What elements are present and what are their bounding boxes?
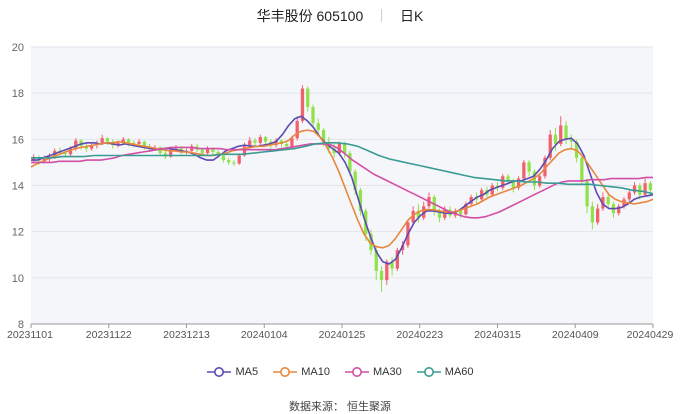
candle-body (227, 160, 231, 163)
x-axis: 20231101 20231122 20231213 20240104 20240125… (7, 323, 674, 341)
legend-label: MA60 (441, 366, 474, 378)
legend-marker-icon (416, 367, 441, 378)
candle-body (458, 210, 463, 215)
y-tick-label: 12 (12, 227, 24, 239)
candle-body (590, 206, 595, 223)
legend-item-ma10[interactable]: MA10 (272, 366, 330, 378)
legend-item-ma60[interactable]: MA60 (416, 366, 474, 378)
candle-body (105, 138, 110, 142)
candle-body (538, 176, 542, 186)
candle-body (553, 134, 558, 144)
legend-item-ma5[interactable]: MA5 (206, 366, 258, 378)
candle-body (564, 125, 568, 140)
x-tick-label: 20240125 (319, 329, 366, 341)
y-tick-label: 14 (12, 181, 24, 193)
candle-body (221, 155, 226, 161)
legend-label: MA5 (232, 366, 259, 378)
y-tick-label: 20 (12, 42, 24, 54)
candle-body (522, 162, 526, 179)
candle-body (316, 123, 320, 131)
candle-body (295, 120, 299, 139)
x-tick-label: 20240429 (627, 329, 674, 341)
y-tick-label: 10 (12, 273, 24, 285)
legend-item-ma30[interactable]: MA30 (344, 366, 402, 378)
candle-body (232, 162, 236, 164)
candle-body (200, 149, 204, 154)
x-tick-label: 20240104 (241, 329, 288, 341)
legend-marker-icon (273, 367, 298, 378)
candlestick-chart: 8101214161820 20231101 20231122 20231213 20… (7, 42, 674, 341)
candle-body (606, 197, 610, 204)
candle-body (643, 183, 647, 195)
data-source: 数据来源： 恒生聚源 (288, 401, 392, 413)
y-tick-label: 18 (12, 88, 24, 100)
candle-body (253, 140, 257, 143)
candle-body (100, 138, 104, 143)
legend: MA5 MA10 MA30 MA60 (0, 366, 680, 378)
candle-body (596, 208, 600, 223)
candle-body (74, 140, 78, 149)
legend-marker-circle (280, 367, 291, 378)
x-tick-label: 20240409 (552, 329, 599, 341)
x-tick-label: 20231101 (7, 329, 53, 341)
candle-body (385, 261, 389, 281)
candle-body (306, 88, 310, 108)
candle-body (285, 143, 289, 147)
x-tick-label: 20231122 (86, 329, 132, 341)
legend-marker-circle (214, 367, 225, 378)
candle-body (627, 192, 631, 200)
y-tick-label: 16 (12, 134, 24, 146)
candle-body (126, 139, 131, 143)
candle-body (263, 137, 268, 142)
candle-body (632, 185, 637, 193)
legend-marker-circle (351, 367, 362, 378)
x-tick-label: 20240315 (474, 329, 521, 341)
legend-label: MA30 (369, 366, 402, 378)
candle-body (648, 183, 652, 191)
x-tick-label: 20240223 (396, 329, 443, 341)
x-tick-label: 20231213 (163, 329, 210, 341)
candle-body (527, 162, 531, 172)
legend-marker-icon (207, 367, 232, 378)
candle-body (379, 270, 384, 281)
legend-marker-circle (423, 367, 434, 378)
candle-body (311, 107, 315, 124)
candle-body (237, 155, 241, 164)
legend-marker-icon (344, 367, 369, 378)
y-axis-ticks: 8101214161820 (12, 42, 24, 331)
candle-body (258, 137, 262, 143)
candle-body (580, 157, 584, 181)
legend-label: MA10 (298, 366, 330, 378)
candle-body (137, 141, 141, 144)
grid (31, 46, 653, 325)
